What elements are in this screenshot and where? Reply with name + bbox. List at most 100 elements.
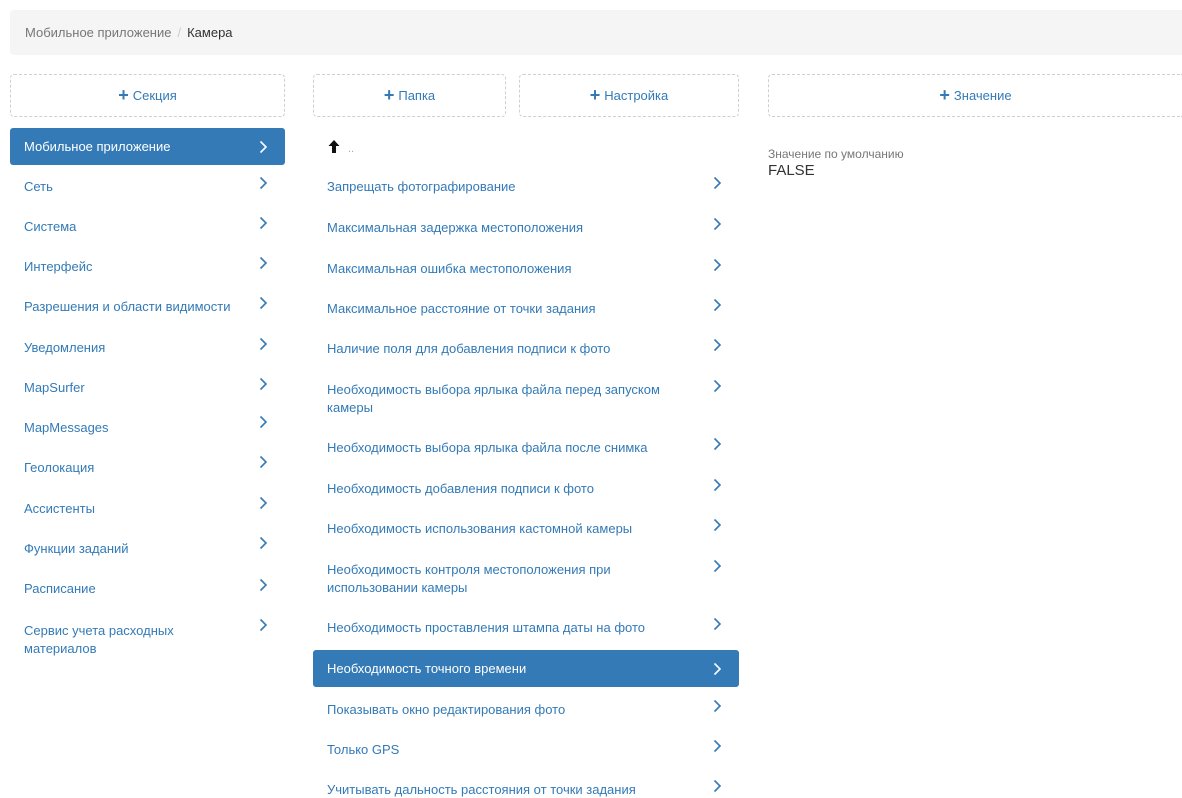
section-item[interactable]: Сервис учета расходных материалов xyxy=(10,618,285,660)
setting-item-label: Максимальная задержка местоположения xyxy=(327,220,584,235)
chevron-right-icon xyxy=(713,258,723,278)
setting-item-label: Учитывать дальность расстояния от точки … xyxy=(327,782,636,797)
section-item[interactable]: Система xyxy=(10,216,285,238)
section-item-label: Разрешения и области видимости xyxy=(24,299,231,314)
setting-item-label: Необходимость выбора ярлыка файла перед … xyxy=(327,382,660,415)
section-item[interactable]: Сеть xyxy=(10,176,285,198)
plus-icon: + xyxy=(589,84,601,105)
section-item-label: Геолокация xyxy=(24,460,95,475)
setting-item[interactable]: Необходимость выбора ярлыка файла перед … xyxy=(313,379,739,419)
add-section-button[interactable]: + Секция xyxy=(10,74,285,117)
setting-item-label: Максимальное расстояние от точки задания xyxy=(327,301,596,316)
chevron-right-icon xyxy=(713,379,723,417)
setting-item-label: Показывать окно редактирования фото xyxy=(327,702,566,717)
default-value: FALSE xyxy=(768,162,815,179)
setting-item-selected[interactable]: Необходимость точного времени xyxy=(313,650,739,687)
chevron-right-icon xyxy=(259,256,269,276)
setting-item[interactable]: Только GPS xyxy=(313,739,739,761)
chevron-right-icon xyxy=(713,298,723,318)
setting-item[interactable]: Необходимость использования кастомной ка… xyxy=(313,518,739,540)
setting-item-label: Запрещать фотографирование xyxy=(327,179,516,194)
plus-icon: + xyxy=(118,84,129,105)
section-item[interactable]: MapMessages xyxy=(10,415,285,439)
chevron-right-icon xyxy=(713,617,723,637)
setting-item[interactable]: Необходимость выбора ярлыка файла после … xyxy=(313,437,739,459)
setting-item[interactable]: Показывать окно редактирования фото xyxy=(313,699,739,721)
setting-item[interactable]: Максимальная задержка местоположения xyxy=(313,217,739,239)
settings-list: Запрещать фотографирование Максимальная … xyxy=(313,175,739,798)
add-setting-label: Настройка xyxy=(604,88,669,103)
chevron-right-icon xyxy=(713,739,723,759)
setting-item-label: Необходимость проставления штампа даты н… xyxy=(327,620,645,635)
setting-item[interactable]: Необходимость проставления штампа даты н… xyxy=(313,617,739,639)
sections-list: Мобильное приложение Сеть Система Интерф… xyxy=(10,128,285,668)
section-item[interactable]: Интерфейс xyxy=(10,256,285,278)
section-item[interactable]: Мобильное приложение xyxy=(10,128,285,165)
section-item[interactable]: Разрешения и области видимости xyxy=(10,296,285,318)
section-item-label: MapMessages xyxy=(24,420,109,435)
section-item[interactable]: Геолокация xyxy=(10,455,285,479)
plus-icon: + xyxy=(383,84,395,105)
setting-item[interactable]: Максимальное расстояние от точки задания xyxy=(313,298,739,320)
section-item-label: Сервис учета расходных материалов xyxy=(24,623,174,656)
chevron-right-icon xyxy=(713,518,723,538)
go-up-label: .. xyxy=(348,142,355,155)
add-folder-label: Папка xyxy=(398,88,436,103)
chevron-right-icon xyxy=(259,578,269,598)
setting-item-label: Необходимость точного времени xyxy=(327,661,527,676)
chevron-right-icon xyxy=(259,140,269,177)
chevron-right-icon xyxy=(259,377,269,397)
setting-item-label: Необходимость контроля местоположения пр… xyxy=(327,562,611,595)
section-item-label: Система xyxy=(24,219,77,234)
section-item[interactable]: MapSurfer xyxy=(10,377,285,399)
setting-item-label: Наличие поля для добавления подписи к фо… xyxy=(327,341,611,356)
section-item[interactable]: Функции заданий xyxy=(10,536,285,560)
chevron-right-icon xyxy=(713,559,723,597)
chevron-right-icon xyxy=(713,338,723,358)
section-item[interactable]: Уведомления xyxy=(10,337,285,359)
chevron-right-icon xyxy=(259,337,269,357)
breadcrumb-separator: / xyxy=(177,25,182,40)
setting-item-label: Необходимость выбора ярлыка файла после … xyxy=(327,440,648,455)
section-item[interactable]: Расписание xyxy=(10,578,285,600)
chevron-right-icon xyxy=(259,496,269,516)
section-item-label: Мобильное приложение xyxy=(24,139,171,154)
section-item-label: MapSurfer xyxy=(24,380,85,395)
chevron-right-icon xyxy=(713,478,723,498)
section-item-label: Уведомления xyxy=(24,340,106,355)
add-section-label: Секция xyxy=(132,88,177,103)
chevron-right-icon xyxy=(259,536,269,556)
breadcrumb: Мобильное приложение / Камера xyxy=(10,10,1182,55)
chevron-right-icon xyxy=(259,296,269,316)
chevron-right-icon xyxy=(713,779,723,796)
section-item-label: Функции заданий xyxy=(24,541,129,556)
plus-icon: + xyxy=(939,84,950,105)
setting-item[interactable]: Необходимость контроля местоположения пр… xyxy=(313,559,739,599)
setting-item[interactable]: Максимальная ошибка местоположения xyxy=(313,258,739,280)
breadcrumb-current: Камера xyxy=(187,25,233,40)
default-value-label: Значение по умолчанию xyxy=(768,147,904,161)
setting-item[interactable]: Необходимость добавления подписи к фото xyxy=(313,478,739,500)
setting-item-label: Только GPS xyxy=(327,742,400,757)
setting-item[interactable]: Наличие поля для добавления подписи к фо… xyxy=(313,338,739,360)
add-value-label: Значение xyxy=(953,88,1012,103)
chevron-right-icon xyxy=(713,437,723,457)
section-item-label: Интерфейс xyxy=(24,259,93,274)
breadcrumb-parent-link[interactable]: Мобильное приложение xyxy=(25,25,171,40)
arrow-up-icon xyxy=(328,140,340,153)
chevron-right-icon xyxy=(259,176,269,196)
chevron-right-icon xyxy=(259,216,269,236)
setting-item[interactable]: Запрещать фотографирование xyxy=(313,176,739,198)
setting-item[interactable]: Учитывать дальность расстояния от точки … xyxy=(313,779,739,798)
chevron-right-icon xyxy=(713,699,723,719)
chevron-right-icon xyxy=(259,455,269,475)
chevron-right-icon xyxy=(713,176,723,196)
go-up-link[interactable]: .. xyxy=(328,140,355,155)
chevron-right-icon xyxy=(259,415,269,435)
add-folder-button[interactable]: + Папка xyxy=(313,74,506,117)
section-item-label: Расписание xyxy=(24,581,96,596)
add-value-button[interactable]: + Значение xyxy=(768,74,1182,117)
chevron-right-icon xyxy=(259,618,269,656)
section-item[interactable]: Ассистенты xyxy=(10,496,285,520)
add-setting-button[interactable]: + Настройка xyxy=(519,74,739,117)
